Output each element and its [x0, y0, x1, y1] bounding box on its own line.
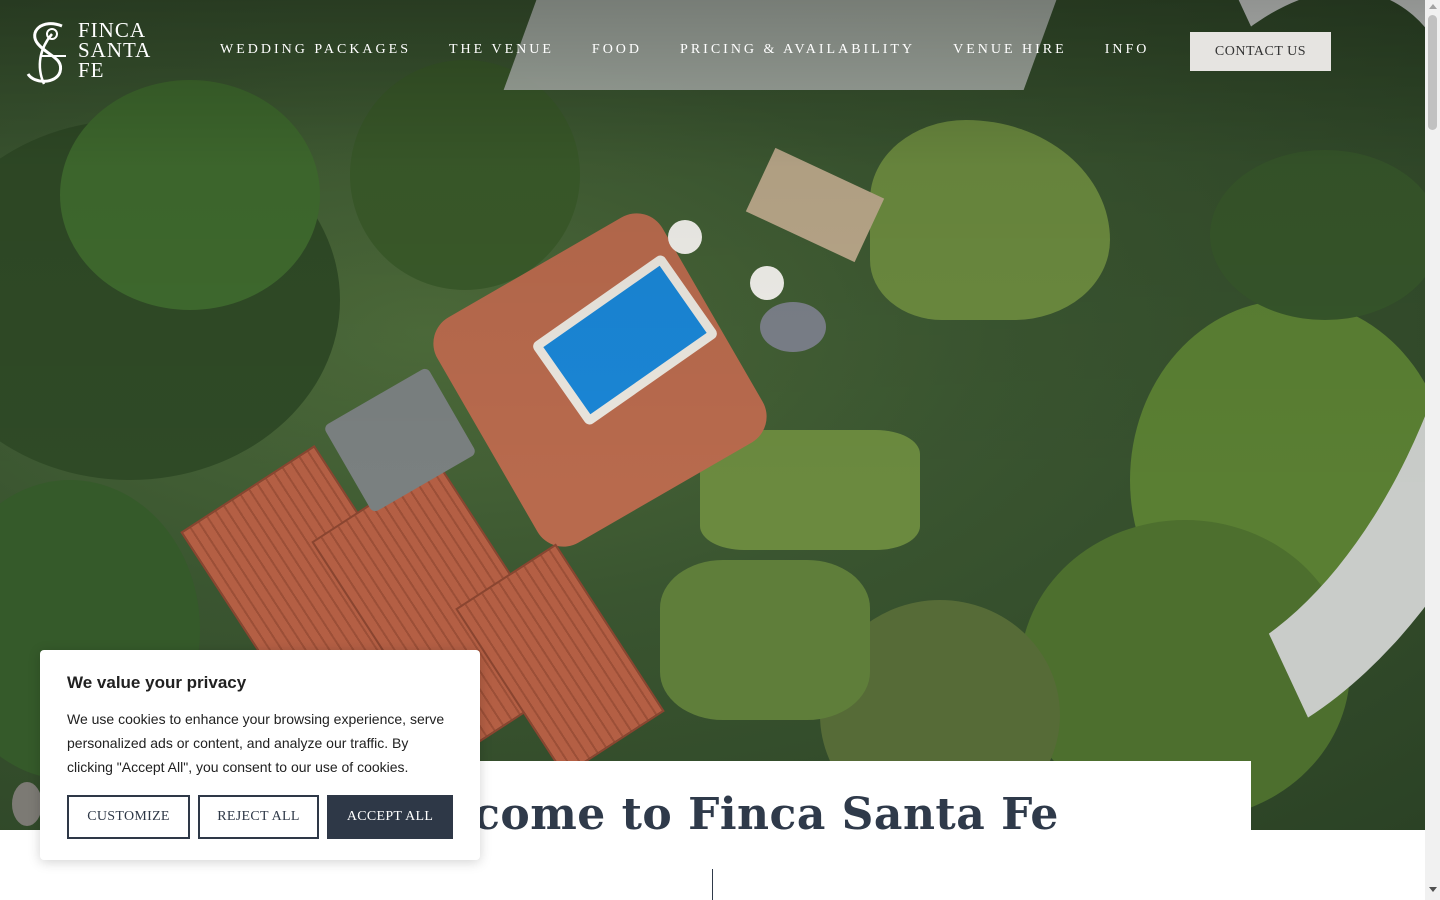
reject-all-button[interactable]: REJECT ALL — [198, 795, 319, 839]
nav-venue-hire[interactable]: VENUE HIRE — [953, 42, 1067, 58]
nav-food[interactable]: FOOD — [592, 42, 642, 58]
section-divider — [712, 869, 713, 900]
scroll-up-icon[interactable] — [1429, 4, 1437, 9]
cookie-text: We use cookies to enhance your browsing … — [67, 711, 445, 775]
nav-pricing-availability[interactable]: PRICING & AVAILABILITY — [680, 42, 915, 58]
logo-wordmark: FINCA SANTA FE — [78, 18, 152, 82]
scrollbar-thumb[interactable] — [1428, 15, 1437, 130]
cookie-title: We value your privacy — [67, 673, 247, 692]
logo-line-3: FE — [78, 58, 105, 82]
accept-all-button[interactable]: ACCEPT ALL — [327, 795, 453, 839]
chat-widget-icon[interactable] — [12, 782, 42, 826]
nav-wedding-packages[interactable]: WEDDING PACKAGES — [220, 42, 411, 58]
logo-monogram-icon — [26, 22, 66, 85]
nav-info[interactable]: INFO — [1105, 42, 1150, 58]
site-logo[interactable]: FINCA SANTA FE — [22, 18, 172, 88]
nav-the-venue[interactable]: THE VENUE — [449, 42, 554, 58]
logo-line-1: FINCA — [78, 18, 147, 42]
scroll-down-icon[interactable] — [1429, 887, 1437, 892]
cookie-banner: We value your privacy We use cookies to … — [40, 650, 480, 860]
main-nav: WEDDING PACKAGES THE VENUE FOOD PRICING … — [220, 42, 1187, 58]
logo-line-2: SANTA — [78, 38, 152, 62]
customize-button[interactable]: CUSTOMIZE — [67, 795, 190, 839]
page-scrollbar[interactable] — [1425, 0, 1440, 900]
contact-us-button[interactable]: CONTACT US — [1190, 32, 1331, 71]
